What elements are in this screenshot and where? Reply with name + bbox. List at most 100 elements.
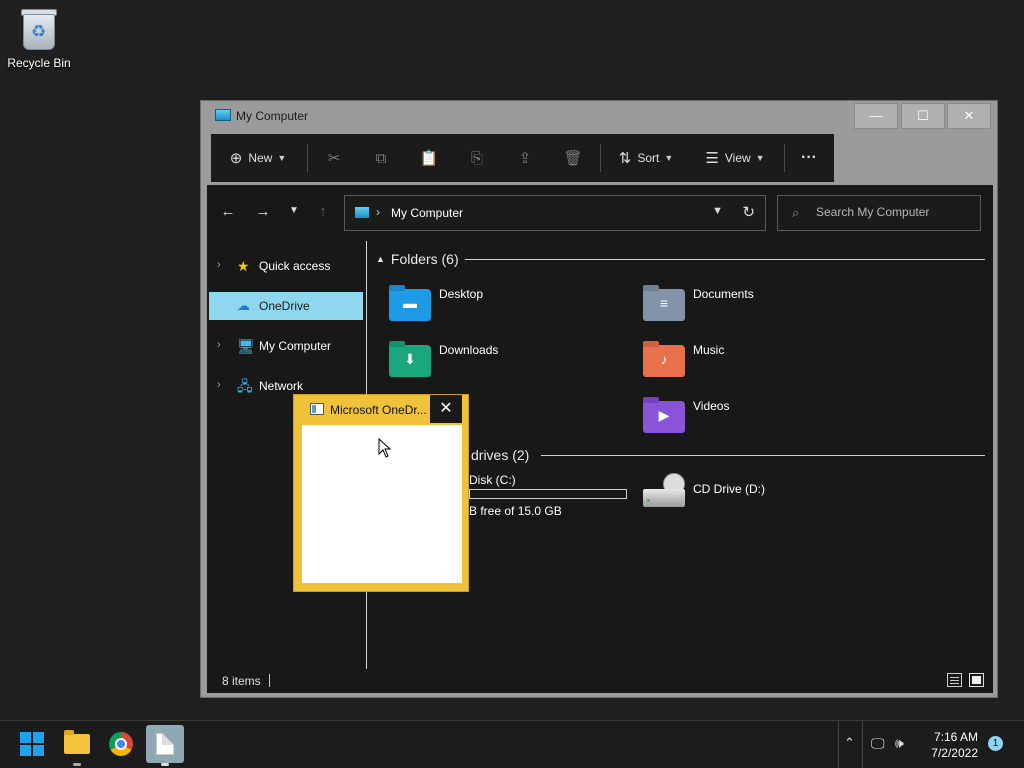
folder-documents[interactable]: ≡ Documents — [643, 285, 883, 333]
more-options-button[interactable]: ··· — [795, 134, 823, 182]
sidebar-item-label: Quick access — [259, 259, 331, 273]
taskbar-file-explorer[interactable] — [58, 725, 96, 766]
desktop-folder-icon: ▬ — [389, 285, 431, 321]
notification-badge[interactable]: 1 — [988, 736, 1003, 751]
folder-label: Documents — [693, 287, 754, 301]
folders-section-header[interactable]: ▲ Folders (6) — [376, 251, 459, 267]
sidebar-item-quick-access[interactable]: › ★ Quick access — [209, 252, 363, 280]
view-button[interactable]: ☰ View ▼ — [701, 134, 769, 182]
up-icon[interactable]: ↑ — [313, 203, 333, 220]
title-bar[interactable]: My Computer — ☐ ✕ — [201, 101, 997, 131]
chevron-right-icon[interactable]: › — [217, 259, 221, 271]
back-icon[interactable]: ← — [218, 203, 238, 220]
folder-label: Downloads — [439, 343, 499, 357]
popup-title[interactable]: Microsoft OneDr... — [330, 403, 430, 417]
sidebar-item-my-computer[interactable]: › 🖥 My Computer — [209, 332, 363, 360]
sidebar-item-label: OneDrive — [259, 299, 310, 313]
music-folder-icon: ♪ — [643, 341, 685, 377]
recent-locations-icon[interactable]: ▼ — [284, 205, 304, 216]
folder-videos[interactable]: ▶ Videos — [643, 397, 883, 445]
chrome-icon — [109, 732, 133, 756]
close-button[interactable]: ✕ — [947, 103, 991, 129]
sort-label: Sort — [637, 151, 660, 165]
drive-d[interactable]: CD Drive (D:) — [643, 473, 883, 519]
search-icon: ⌕ — [792, 205, 800, 220]
breadcrumb[interactable]: My Computer — [391, 206, 463, 220]
folder-desktop[interactable]: ▬ Desktop — [389, 285, 629, 333]
chevron-down-icon: ▼ — [277, 153, 287, 163]
network-icon: 🖧 — [237, 378, 253, 394]
folder-label: Music — [693, 343, 725, 357]
folders-section-title: Folders (6) — [390, 251, 459, 267]
drive-free-space: B free of 15.0 GB — [469, 504, 562, 518]
new-button[interactable]: ⊕ New ▼ — [223, 134, 293, 182]
rename-icon[interactable]: ⎘ — [462, 134, 492, 182]
volume-icon[interactable]: 🕪 — [895, 735, 904, 752]
documents-folder-icon: ≡ — [643, 285, 685, 321]
cd-drive-icon — [643, 473, 685, 507]
drives-section-header[interactable]: drives (2) — [471, 447, 529, 463]
recycle-bin-icon: ♻ — [19, 6, 59, 52]
sidebar-item-label: My Computer — [259, 339, 332, 353]
copy-icon[interactable]: ⧉ — [366, 134, 396, 182]
computer-icon — [355, 207, 369, 218]
onedrive-popup-window: Microsoft OneDr... ✕ — [293, 394, 469, 592]
maximize-button[interactable]: ☐ — [901, 103, 945, 129]
sort-button[interactable]: ⇅ Sort ▼ — [613, 134, 679, 182]
breadcrumb-separator: › — [376, 205, 380, 219]
new-label: New — [248, 151, 273, 165]
plus-circle-icon: ⊕ — [229, 150, 243, 167]
item-count: 8 items — [222, 674, 261, 688]
mouse-cursor-icon — [378, 438, 392, 458]
popup-close-button[interactable]: ✕ — [430, 395, 462, 423]
drives-section-title: drives (2) — [471, 447, 530, 463]
computer-icon — [215, 109, 231, 121]
recycle-bin-desktop-icon[interactable]: ♻ Recycle Bin — [4, 6, 74, 70]
search-box[interactable]: ⌕ — [777, 195, 981, 231]
show-hidden-icons-chevron-icon[interactable]: ⌃ — [844, 735, 855, 751]
chevron-down-icon: ▼ — [755, 153, 765, 163]
forward-icon[interactable]: → — [253, 203, 273, 220]
videos-folder-icon: ▶ — [643, 397, 685, 433]
drive-usage-bar — [469, 489, 627, 499]
paste-icon[interactable]: 📋 — [414, 134, 444, 182]
taskbar-chrome[interactable] — [102, 725, 140, 763]
app-window-icon — [310, 403, 324, 415]
clock-date: 7/2/2022 — [931, 746, 978, 760]
view-label: View — [724, 151, 751, 165]
sidebar-item-onedrive[interactable]: ☁ OneDrive — [209, 292, 363, 320]
drive-label: CD Drive (D:) — [693, 482, 765, 496]
document-icon — [156, 733, 174, 755]
system-clock[interactable]: 7:16 AM 7/2/2022 — [918, 729, 978, 761]
minimize-button[interactable]: — — [854, 103, 898, 129]
start-button[interactable] — [13, 725, 51, 763]
computer-icon: 🖥 — [237, 338, 255, 354]
recycle-bin-label: Recycle Bin — [7, 56, 71, 70]
cut-icon[interactable]: ✂ — [319, 134, 349, 182]
refresh-icon[interactable]: ↻ — [742, 203, 755, 221]
network-tray-icon[interactable]: 🖵 — [871, 735, 885, 752]
sidebar-item-label: Network — [259, 379, 304, 393]
delete-icon[interactable]: 🗑 — [558, 134, 588, 182]
cloud-icon: ☁ — [237, 298, 250, 313]
folder-music[interactable]: ♪ Music — [643, 341, 883, 389]
folder-downloads[interactable]: ⬇ Downloads — [389, 341, 629, 389]
details-view-icon[interactable] — [947, 673, 962, 687]
view-icon: ☰ — [705, 150, 719, 167]
folder-label: Videos — [693, 399, 730, 413]
chevron-right-icon[interactable]: › — [217, 339, 221, 351]
folder-label: Desktop — [439, 287, 484, 301]
star-icon: ★ — [237, 258, 250, 274]
search-input[interactable] — [816, 205, 974, 219]
chevron-down-icon: ▼ — [664, 153, 674, 163]
command-bar: ⊕ New ▼ ✂ ⧉ 📋 ⎘ ⇪ 🗑 ⇅ Sort ▼ ☰ View ▼ ··… — [211, 134, 834, 182]
chevron-down-icon[interactable]: ▼ — [712, 205, 723, 217]
status-bar: 8 items — [207, 669, 993, 693]
address-bar[interactable]: › My Computer ▼ ↻ — [344, 195, 766, 231]
drive-label: Disk (C:) — [469, 473, 516, 487]
chevron-right-icon[interactable]: › — [217, 379, 221, 391]
taskbar-active-app[interactable] — [146, 725, 184, 766]
clock-time: 7:16 AM — [933, 730, 978, 744]
share-icon[interactable]: ⇪ — [510, 134, 540, 182]
large-icons-view-icon[interactable] — [969, 673, 984, 687]
